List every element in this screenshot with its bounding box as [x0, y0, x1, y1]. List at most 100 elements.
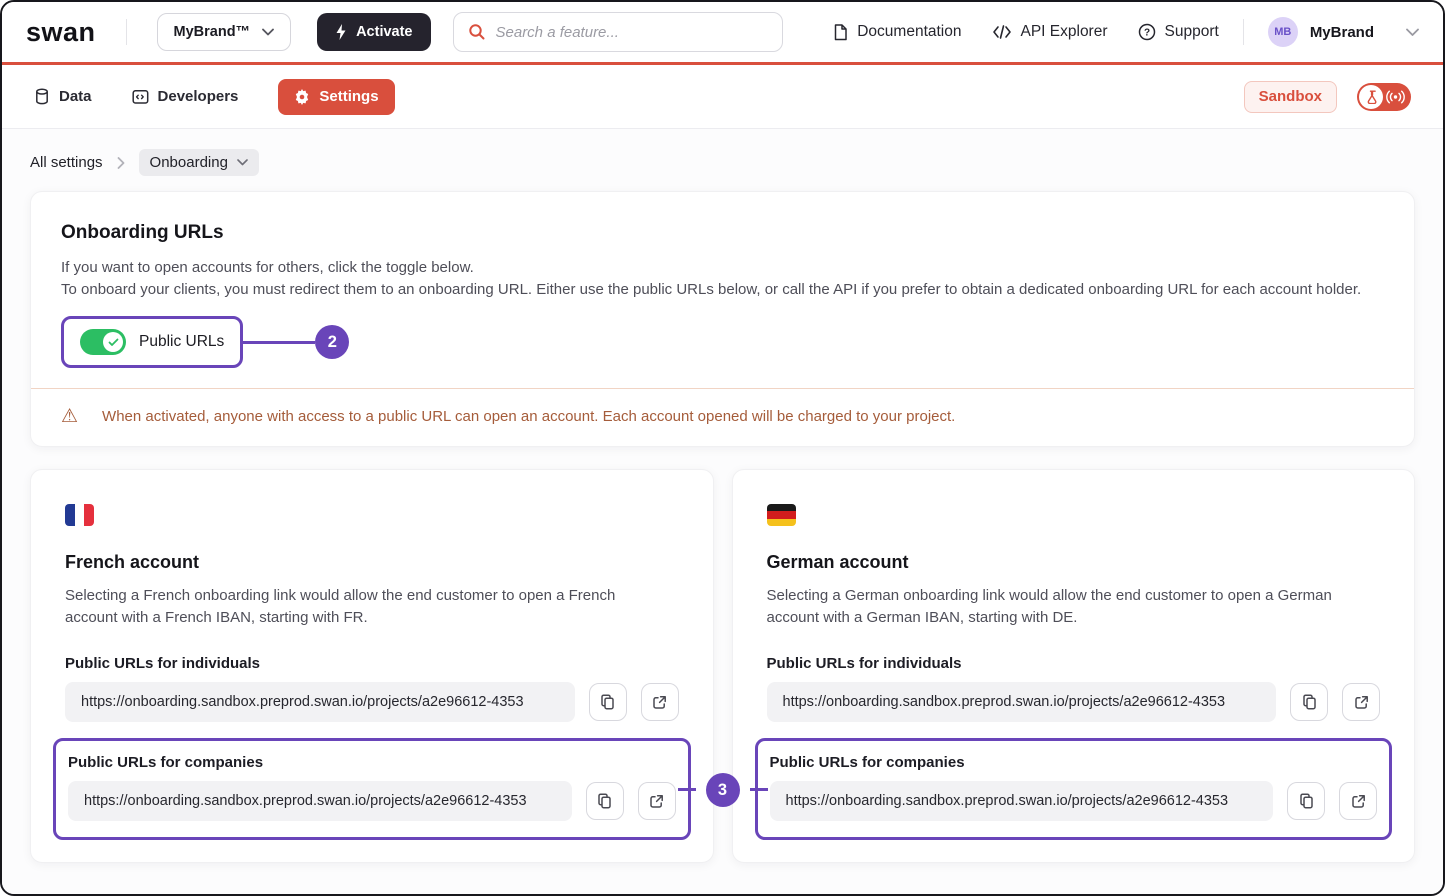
- french-account-description: Selecting a French onboarding link would…: [65, 585, 665, 629]
- content-area: All settings Onboarding Onboarding URLs …: [2, 129, 1443, 894]
- public-urls-toggle[interactable]: [80, 329, 126, 355]
- lightning-bolt-icon: [335, 24, 347, 40]
- tab-developers-label: Developers: [158, 88, 239, 105]
- warning-banner: ⚠ When activated, anyone with access to …: [31, 388, 1414, 446]
- header-divider: [126, 19, 127, 45]
- german-account-title: German account: [767, 552, 1381, 573]
- chevron-down-icon: [262, 28, 274, 36]
- german-account-card: German account Selecting a German onboar…: [732, 469, 1416, 863]
- public-urls-toggle-label: Public URLs: [139, 333, 224, 351]
- environment-toggle[interactable]: [1357, 83, 1411, 111]
- german-companies-field: Public URLs for companies: [770, 754, 1378, 821]
- warning-triangle-icon: ⚠: [61, 407, 78, 426]
- annotation-connector-3-right: [750, 788, 768, 791]
- chevron-down-icon: [237, 159, 248, 166]
- french-account-card: French account Selecting a French onboar…: [30, 469, 714, 863]
- german-individuals-label: Public URLs for individuals: [767, 655, 1381, 672]
- panel-description-line2: To onboard your clients, you must redire…: [61, 279, 1384, 301]
- panel-title: Onboarding URLs: [61, 222, 1384, 244]
- copy-button[interactable]: [589, 683, 627, 721]
- french-companies-field: Public URLs for companies: [68, 754, 676, 821]
- sandbox-badge: Sandbox: [1244, 81, 1337, 113]
- tab-settings[interactable]: Settings: [278, 79, 394, 115]
- brand-selector-dropdown[interactable]: MyBrand™: [157, 13, 292, 51]
- open-url-button[interactable]: [638, 782, 676, 820]
- german-individuals-field: Public URLs for individuals: [767, 655, 1381, 722]
- question-circle-icon: ?: [1138, 23, 1156, 41]
- api-explorer-label: API Explorer: [1021, 23, 1108, 41]
- annotation-step-3: 3: [706, 773, 740, 807]
- french-individuals-label: Public URLs for individuals: [65, 655, 679, 672]
- support-link[interactable]: ? Support: [1138, 23, 1219, 41]
- external-link-icon: [648, 793, 665, 810]
- breadcrumb-all-settings[interactable]: All settings: [30, 154, 103, 171]
- panel-description-line1: If you want to open accounts for others,…: [61, 257, 1384, 279]
- top-header: swan MyBrand™ Activate D: [2, 2, 1443, 62]
- french-individuals-url-input[interactable]: [65, 682, 575, 722]
- documentation-label: Documentation: [857, 23, 961, 41]
- support-label: Support: [1165, 23, 1219, 41]
- french-individuals-field: Public URLs for individuals: [65, 655, 679, 722]
- warning-text: When activated, anyone with access to a …: [102, 408, 955, 425]
- germany-flag-icon: [767, 504, 796, 526]
- annotation-step-2: 2: [315, 325, 349, 359]
- france-flag-icon: [65, 504, 94, 526]
- dev-window-icon: [132, 89, 149, 105]
- code-brackets-icon: [992, 25, 1012, 39]
- annotation-connector-3-left: [678, 788, 696, 791]
- german-companies-url-input[interactable]: [770, 781, 1274, 821]
- search-input[interactable]: [496, 24, 768, 41]
- document-icon: [833, 24, 848, 41]
- french-account-title: French account: [65, 552, 679, 573]
- open-url-button[interactable]: [641, 683, 679, 721]
- toggle-check-icon: [103, 332, 123, 352]
- breadcrumb-section-dropdown[interactable]: Onboarding: [139, 149, 259, 176]
- french-companies-label: Public URLs for companies: [68, 754, 676, 771]
- external-link-icon: [1353, 694, 1370, 711]
- copy-icon: [1301, 693, 1318, 711]
- tab-data[interactable]: Data: [34, 88, 92, 105]
- avatar: MB: [1268, 17, 1298, 47]
- copy-button[interactable]: [1290, 683, 1328, 721]
- chevron-right-icon: [117, 157, 125, 169]
- user-name: MyBrand: [1310, 24, 1374, 41]
- external-link-icon: [1350, 793, 1367, 810]
- open-url-button[interactable]: [1342, 683, 1380, 721]
- breadcrumb: All settings Onboarding: [30, 129, 1415, 176]
- chevron-down-icon: [1406, 28, 1419, 37]
- flask-icon: [1359, 85, 1383, 109]
- annotation-box-2: Public URLs: [61, 316, 243, 368]
- public-urls-toggle-row: Public URLs 2: [61, 316, 1384, 368]
- german-individuals-url-input[interactable]: [767, 682, 1277, 722]
- user-menu[interactable]: MB MyBrand: [1268, 17, 1419, 47]
- account-cards-row: French account Selecting a French onboar…: [30, 469, 1415, 863]
- german-companies-label: Public URLs for companies: [770, 754, 1378, 771]
- annotation-connector-2: [243, 341, 315, 344]
- external-link-icon: [651, 694, 668, 711]
- activate-label: Activate: [356, 24, 412, 40]
- copy-icon: [599, 693, 616, 711]
- svg-text:?: ?: [1143, 28, 1149, 39]
- database-icon: [34, 88, 50, 105]
- annotation-box-3-german: Public URLs for companies: [755, 738, 1393, 840]
- breadcrumb-current-label: Onboarding: [150, 154, 228, 171]
- tab-developers[interactable]: Developers: [132, 88, 239, 105]
- activate-button[interactable]: Activate: [317, 13, 430, 51]
- api-explorer-link[interactable]: API Explorer: [992, 23, 1108, 41]
- open-url-button[interactable]: [1339, 782, 1377, 820]
- annotation-box-3-french: Public URLs for companies: [53, 738, 691, 840]
- gear-icon: [294, 89, 310, 105]
- tab-settings-label: Settings: [319, 88, 378, 105]
- header-divider-2: [1243, 19, 1244, 45]
- live-signal-icon: [1386, 90, 1405, 104]
- swan-logo: swan: [26, 17, 96, 48]
- documentation-link[interactable]: Documentation: [833, 23, 961, 41]
- app-window: swan MyBrand™ Activate D: [0, 0, 1445, 896]
- copy-icon: [596, 792, 613, 810]
- german-account-description: Selecting a German onboarding link would…: [767, 585, 1367, 629]
- project-nav: Data Developers Settings Sandbox: [2, 65, 1443, 129]
- copy-icon: [1298, 792, 1315, 810]
- french-companies-url-input[interactable]: [68, 781, 572, 821]
- copy-button[interactable]: [586, 782, 624, 820]
- copy-button[interactable]: [1287, 782, 1325, 820]
